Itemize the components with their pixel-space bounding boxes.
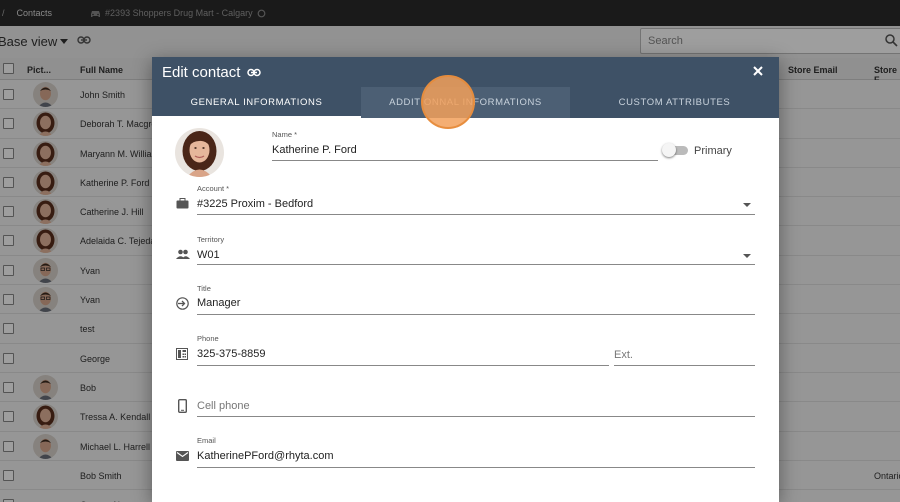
name-label: Name * xyxy=(272,130,298,139)
toggle-knob xyxy=(662,143,676,157)
ext-underline xyxy=(614,365,755,366)
dialog-tabs: GENERAL INFORMATIONS ADDITIONNAL INFORMA… xyxy=(152,87,779,118)
tab-custom-attributes[interactable]: CUSTOM ATTRIBUTES xyxy=(570,87,779,118)
phone-underline xyxy=(197,365,609,366)
account-underline xyxy=(197,214,755,215)
account-dropdown-arrow-icon[interactable] xyxy=(743,203,751,207)
sign-in-icon xyxy=(176,297,189,310)
people-icon xyxy=(176,249,190,259)
name-input[interactable]: Katherine P. Ford xyxy=(272,144,357,156)
dialog-title: Edit contact xyxy=(162,64,241,81)
cell-phone-input[interactable]: Cell phone xyxy=(197,400,250,412)
dialog-title-group: Edit contact xyxy=(162,64,262,81)
account-label: Account * xyxy=(197,184,230,193)
cell-phone-underline xyxy=(197,416,755,417)
phone-icon xyxy=(176,348,188,360)
primary-toggle[interactable] xyxy=(662,143,690,157)
edit-contact-dialog: Edit contact GENERAL INFORMATIONS ADDITI… xyxy=(152,57,779,502)
title-underline xyxy=(197,314,755,315)
mobile-phone-icon xyxy=(178,399,187,413)
territory-dropdown-arrow-icon[interactable] xyxy=(743,254,751,258)
primary-label: Primary xyxy=(694,145,732,157)
dialog-body: Name * Katherine P. Ford Primary Account… xyxy=(152,118,779,502)
mail-icon xyxy=(176,451,189,461)
close-icon[interactable] xyxy=(752,65,764,77)
phone-label: Phone xyxy=(197,334,219,343)
email-label: Email xyxy=(197,436,216,445)
briefcase-icon xyxy=(176,198,189,209)
title-input[interactable]: Manager xyxy=(197,297,240,309)
contact-photo[interactable] xyxy=(175,128,224,177)
phone-input[interactable]: 325-375-8859 xyxy=(197,348,266,360)
title-label: Title xyxy=(197,284,211,293)
email-input[interactable]: KatherinePFord@rhyta.com xyxy=(197,450,334,462)
link-icon[interactable] xyxy=(247,68,262,77)
name-underline xyxy=(272,160,658,161)
tab-general-informations[interactable]: GENERAL INFORMATIONS xyxy=(152,87,361,118)
territory-select[interactable]: W01 xyxy=(197,249,220,261)
territory-label: Territory xyxy=(197,235,225,244)
avatar-image xyxy=(175,128,224,177)
dialog-header: Edit contact GENERAL INFORMATIONS ADDITI… xyxy=(152,57,779,129)
account-select[interactable]: #3225 Proxim - Bedford xyxy=(197,198,313,210)
territory-underline xyxy=(197,264,755,265)
email-underline xyxy=(197,467,755,468)
phone-ext-input[interactable]: Ext. xyxy=(614,349,633,361)
tab-additionnal-informations[interactable]: ADDITIONNAL INFORMATIONS xyxy=(361,87,570,118)
